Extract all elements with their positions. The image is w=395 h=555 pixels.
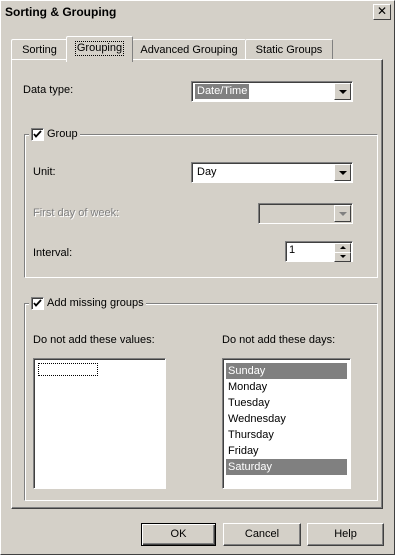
chevron-down-icon <box>339 171 347 175</box>
day-item-wednesday[interactable]: Wednesday <box>226 411 347 427</box>
check-icon <box>33 298 42 307</box>
data-type-label: Data type: <box>23 84 74 96</box>
unit-dropdown-button[interactable] <box>334 164 351 181</box>
list-focus-item <box>38 363 98 376</box>
check-icon <box>33 129 42 138</box>
data-type-dropdown[interactable]: Date/Time <box>191 81 353 102</box>
tab-advanced-grouping[interactable]: Advanced Grouping <box>132 39 246 61</box>
interval-value: 1 <box>289 244 296 256</box>
sorting-grouping-dialog: Sorting & Grouping ✕ Sorting Grouping Ad… <box>0 0 395 555</box>
unit-label: Unit: <box>33 166 56 178</box>
arrow-up-icon <box>340 246 346 249</box>
day-item-saturday[interactable]: Saturday <box>226 459 347 475</box>
days-list-label: Do not add these days: <box>222 334 336 346</box>
interval-stepper[interactable]: 1 <box>285 241 353 262</box>
tab-static-groups[interactable]: Static Groups <box>245 39 333 61</box>
arrow-down-icon <box>340 255 346 258</box>
values-list-label: Do not add these values: <box>33 334 155 346</box>
unit-dropdown[interactable]: Day <box>191 162 353 183</box>
first-day-dropdown-button[interactable] <box>334 205 351 222</box>
first-day-of-week-dropdown[interactable] <box>258 203 353 224</box>
first-day-of-week-value <box>262 206 266 221</box>
data-type-dropdown-button[interactable] <box>334 83 351 100</box>
unit-value: Day <box>197 166 217 178</box>
close-icon: ✕ <box>376 4 388 18</box>
tab-label: Grouping <box>74 41 125 56</box>
ok-button[interactable]: OK <box>141 523 216 546</box>
cancel-button[interactable]: Cancel <box>223 523 301 546</box>
group-legend: Group <box>29 127 80 142</box>
add-missing-groups-legend: Add missing groups <box>29 296 146 311</box>
add-missing-groups-groupbox: Add missing groups Do not add these valu… <box>24 296 378 501</box>
values-listbox[interactable] <box>33 358 166 489</box>
data-type-value: Date/Time <box>195 84 250 99</box>
group-checkbox[interactable] <box>31 127 44 141</box>
title-bar: Sorting & Grouping ✕ <box>2 2 393 22</box>
day-item-monday[interactable]: Monday <box>226 379 347 395</box>
add-missing-groups-checkbox[interactable] <box>31 296 44 310</box>
first-day-of-week-label: First day of week: <box>33 207 120 219</box>
group-groupbox: Group Unit: Day First day of week: Inter… <box>24 127 378 278</box>
days-listbox[interactable]: Sunday Monday Tuesday Wednesday Thursday… <box>222 358 351 489</box>
tab-label: Static Groups <box>255 44 323 56</box>
tab-label: Advanced Grouping <box>140 44 238 56</box>
help-button[interactable]: Help <box>307 523 384 546</box>
group-checkbox-label: Group <box>47 128 78 140</box>
add-missing-groups-label: Add missing groups <box>47 297 144 309</box>
dialog-title: Sorting & Grouping <box>5 5 117 19</box>
day-item-sunday[interactable]: Sunday <box>226 363 347 379</box>
day-item-thursday[interactable]: Thursday <box>226 427 347 443</box>
chevron-down-icon <box>339 90 347 94</box>
tab-label: Sorting <box>22 44 57 56</box>
close-button[interactable]: ✕ <box>373 4 391 20</box>
grouping-tab-panel: Data type: Date/Time Group Unit: Day Fir… <box>11 59 383 509</box>
day-item-tuesday[interactable]: Tuesday <box>226 395 347 411</box>
tab-grouping[interactable]: Grouping <box>66 36 133 62</box>
interval-down-button[interactable] <box>334 252 351 262</box>
day-item-friday[interactable]: Friday <box>226 443 347 459</box>
interval-label: Interval: <box>33 247 73 259</box>
chevron-down-icon <box>339 212 347 216</box>
tab-sorting[interactable]: Sorting <box>11 39 68 61</box>
